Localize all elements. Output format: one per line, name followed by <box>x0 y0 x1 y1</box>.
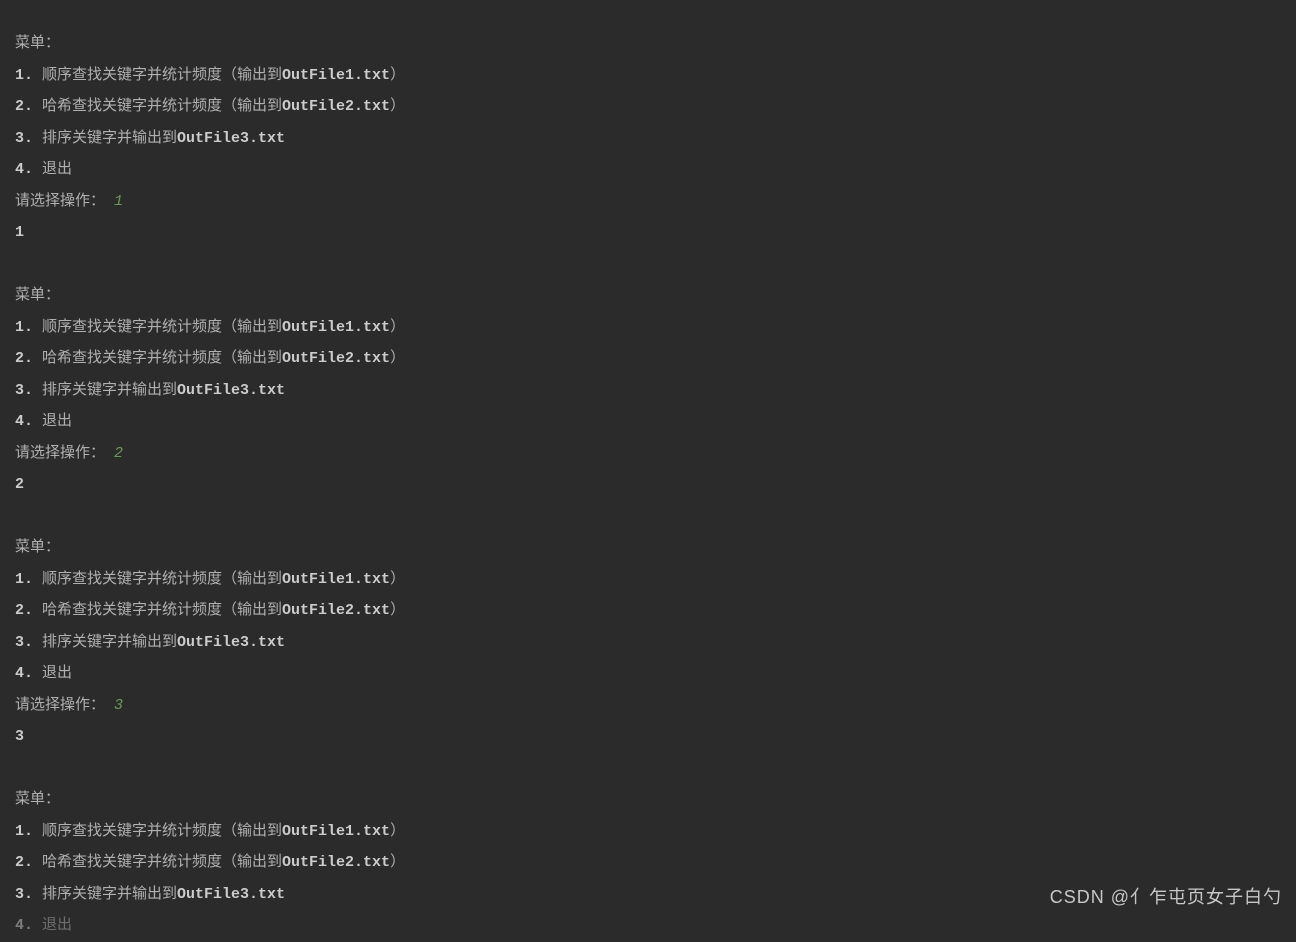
terminal-line: 请选择操作： 3 <box>15 690 1281 722</box>
terminal-line: 2. 哈希查找关键字并统计频度（输出到OutFile2.txt） <box>15 595 1281 627</box>
menu-item-filename: OutFile1.txt <box>282 571 390 588</box>
terminal-line: 1. 顺序查找关键字并统计频度（输出到OutFile1.txt） <box>15 60 1281 92</box>
terminal-line: 1 <box>15 217 1281 249</box>
terminal-line <box>15 249 1281 281</box>
terminal-line: 请选择操作： 2 <box>15 438 1281 470</box>
menu-item-num: 1. <box>15 319 33 336</box>
menu-item-filename: OutFile2.txt <box>282 602 390 619</box>
terminal-line: 菜单： <box>15 532 1281 564</box>
menu-item-filename: OutFile1.txt <box>282 67 390 84</box>
echo-output: 1 <box>15 224 24 241</box>
terminal-line: 2 <box>15 469 1281 501</box>
terminal-line: 1. 顺序查找关键字并统计频度（输出到OutFile1.txt） <box>15 564 1281 596</box>
menu-item-filename: OutFile1.txt <box>282 823 390 840</box>
menu-item-filename: OutFile2.txt <box>282 350 390 367</box>
menu-item-text: 哈希查找关键字并统计频度（输出到 <box>33 98 282 115</box>
menu-item-text: 哈希查找关键字并统计频度（输出到 <box>33 854 282 871</box>
menu-item-text: 哈希查找关键字并统计频度（输出到 <box>33 602 282 619</box>
menu-item-text: 顺序查找关键字并统计频度（输出到 <box>33 67 282 84</box>
menu-item-text: 排序关键字并输出到 <box>33 886 177 903</box>
terminal-line: 菜单： <box>15 280 1281 312</box>
echo-output: 2 <box>15 476 24 493</box>
terminal-line: 4. 退出 <box>15 658 1281 690</box>
menu-item-filename: OutFile1.txt <box>282 319 390 336</box>
terminal-line: 3. 排序关键字并输出到OutFile3.txt <box>15 123 1281 155</box>
menu-item-text: 排序关键字并输出到 <box>33 130 177 147</box>
menu-item-text: 排序关键字并输出到 <box>33 382 177 399</box>
terminal-line: 2. 哈希查找关键字并统计频度（输出到OutFile2.txt） <box>15 343 1281 375</box>
menu-item-filename: OutFile2.txt <box>282 854 390 871</box>
terminal-line: 2. 哈希查找关键字并统计频度（输出到OutFile2.txt） <box>15 91 1281 123</box>
menu-item-num: 1. <box>15 67 33 84</box>
menu-item-num: 3. <box>15 634 33 651</box>
menu-item-num: 2. <box>15 98 33 115</box>
menu-item-text: 哈希查找关键字并统计频度（输出到 <box>33 350 282 367</box>
menu-item-text: 顺序查找关键字并统计频度（输出到 <box>33 823 282 840</box>
menu-item-filename: OutFile2.txt <box>282 98 390 115</box>
menu-item-text: 退出 <box>33 161 72 178</box>
menu-item-num: 3. <box>15 382 33 399</box>
prompt-label: 请选择操作： <box>15 193 105 210</box>
menu-item-num: 1. <box>15 571 33 588</box>
prompt-label: 请选择操作： <box>15 697 105 714</box>
user-input: 3 <box>105 697 123 714</box>
menu-item-text: 顺序查找关键字并统计频度（输出到 <box>33 319 282 336</box>
menu-item-text: 退出 <box>33 917 72 934</box>
terminal-line: 菜单： <box>15 28 1281 60</box>
menu-item-num: 2. <box>15 854 33 871</box>
watermark-text: CSDN @亻乍屯页女子白勺 <box>1050 882 1282 914</box>
terminal-line: 4. 退出 <box>15 910 1281 942</box>
terminal-line <box>15 501 1281 533</box>
terminal-line: 1. 顺序查找关键字并统计频度（输出到OutFile1.txt） <box>15 816 1281 848</box>
menu-item-num: 4. <box>15 917 33 934</box>
terminal-line: 3. 排序关键字并输出到OutFile3.txt <box>15 375 1281 407</box>
terminal-line <box>15 753 1281 785</box>
menu-item-filename: OutFile3.txt <box>177 634 285 651</box>
menu-item-num: 3. <box>15 130 33 147</box>
terminal-line: 1. 顺序查找关键字并统计频度（输出到OutFile1.txt） <box>15 312 1281 344</box>
menu-item-filename: OutFile3.txt <box>177 886 285 903</box>
menu-item-num: 4. <box>15 161 33 178</box>
menu-item-text: 排序关键字并输出到 <box>33 634 177 651</box>
menu-title: 菜单： <box>15 35 60 52</box>
terminal-line: 3 <box>15 721 1281 753</box>
menu-item-num: 1. <box>15 823 33 840</box>
menu-item-num: 3. <box>15 886 33 903</box>
menu-title: 菜单： <box>15 539 60 556</box>
menu-item-text: 顺序查找关键字并统计频度（输出到 <box>33 571 282 588</box>
menu-item-filename: OutFile3.txt <box>177 382 285 399</box>
menu-item-num: 2. <box>15 350 33 367</box>
terminal-line: 2. 哈希查找关键字并统计频度（输出到OutFile2.txt） <box>15 847 1281 879</box>
terminal-line: 3. 排序关键字并输出到OutFile3.txt <box>15 627 1281 659</box>
terminal-line: 菜单： <box>15 784 1281 816</box>
terminal-output: 菜单：1. 顺序查找关键字并统计频度（输出到OutFile1.txt）2. 哈希… <box>15 28 1281 942</box>
menu-item-num: 4. <box>15 665 33 682</box>
terminal-line: 请选择操作： 1 <box>15 186 1281 218</box>
menu-item-text: 退出 <box>33 665 72 682</box>
terminal-line: 4. 退出 <box>15 154 1281 186</box>
menu-title: 菜单： <box>15 287 60 304</box>
menu-item-filename: OutFile3.txt <box>177 130 285 147</box>
echo-output: 3 <box>15 728 24 745</box>
menu-item-num: 2. <box>15 602 33 619</box>
menu-title: 菜单： <box>15 791 60 808</box>
terminal-line: 4. 退出 <box>15 406 1281 438</box>
menu-item-text: 退出 <box>33 413 72 430</box>
prompt-label: 请选择操作： <box>15 445 105 462</box>
menu-item-num: 4. <box>15 413 33 430</box>
user-input: 1 <box>105 193 123 210</box>
user-input: 2 <box>105 445 123 462</box>
